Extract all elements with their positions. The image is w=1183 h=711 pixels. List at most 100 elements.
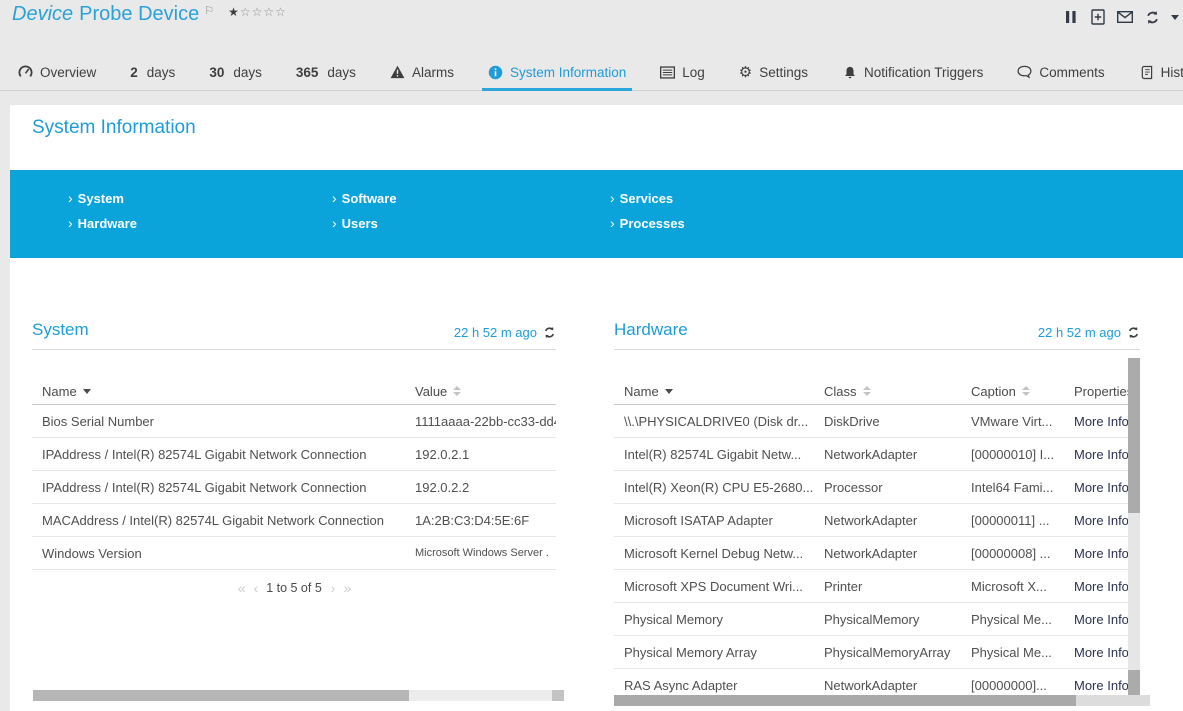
pagination: « ‹ 1 to 5 of 5 › » bbox=[32, 580, 556, 596]
chevron-right-icon: › bbox=[610, 190, 615, 206]
scrollbar-thumb[interactable] bbox=[1128, 358, 1140, 513]
tab-settings[interactable]: ⚙ Settings bbox=[739, 54, 808, 90]
tab-log[interactable]: Log bbox=[660, 54, 705, 90]
hardware-panel: Hardware 22 h 52 m ago Name Class Captio… bbox=[614, 320, 1140, 702]
sort-desc-icon bbox=[664, 388, 673, 394]
warning-icon bbox=[390, 65, 405, 80]
chevron-right-icon: › bbox=[610, 215, 615, 231]
table-row: \\.\PHYSICALDRIVE0 (Disk dr... DiskDrive… bbox=[614, 405, 1140, 438]
info-icon bbox=[488, 65, 503, 80]
priority-rating[interactable]: ★☆☆☆☆ bbox=[228, 5, 287, 19]
gauge-icon bbox=[18, 65, 33, 80]
tab-overview[interactable]: Overview bbox=[18, 54, 96, 90]
star-filled-icon[interactable]: ★ bbox=[228, 5, 240, 19]
scrollbar-thumb[interactable] bbox=[614, 695, 1076, 706]
sort-icon bbox=[453, 386, 462, 396]
table-row: IPAddress / Intel(R) 82574L Gigabit Netw… bbox=[32, 471, 556, 504]
report-icon[interactable] bbox=[1090, 9, 1106, 25]
tab-label: Settings bbox=[759, 64, 809, 80]
tab-comments[interactable]: Comments bbox=[1017, 54, 1105, 90]
tab-label: Notification Triggers bbox=[864, 64, 984, 80]
hardware-updated-ago: 22 h 52 m ago bbox=[1037, 325, 1121, 340]
sort-desc-icon bbox=[82, 388, 91, 394]
last-page-icon[interactable]: » bbox=[343, 580, 351, 596]
table-row: Physical Memory PhysicalMemory Physical … bbox=[614, 603, 1140, 636]
star-empty-icons[interactable]: ☆☆☆☆ bbox=[240, 5, 287, 19]
scrollbar-thumb[interactable] bbox=[33, 690, 409, 701]
first-page-icon[interactable]: « bbox=[238, 580, 246, 596]
nav-link-hardware[interactable]: › Hardware bbox=[68, 215, 137, 231]
tab-history[interactable]: History bbox=[1139, 54, 1183, 90]
chevron-right-icon: › bbox=[332, 190, 337, 206]
system-updated-ago: 22 h 52 m ago bbox=[453, 325, 537, 340]
section-nav-band: › System › Hardware › Software › Users › Serv… bbox=[10, 170, 1183, 258]
tab-system-information[interactable]: System Information bbox=[481, 54, 633, 91]
column-header-value[interactable]: Value bbox=[405, 384, 556, 399]
next-page-icon[interactable]: › bbox=[331, 580, 336, 596]
tab-alarms[interactable]: Alarms bbox=[390, 54, 454, 90]
table-row: Microsoft ISATAP Adapter NetworkAdapter … bbox=[614, 504, 1140, 537]
refresh-icon[interactable] bbox=[1144, 9, 1160, 25]
nav-link-services[interactable]: › Services bbox=[610, 190, 685, 206]
hardware-horizontal-scrollbar[interactable] bbox=[614, 695, 1150, 706]
prev-page-icon[interactable]: ‹ bbox=[254, 580, 259, 596]
email-icon[interactable] bbox=[1117, 9, 1133, 25]
scrollbar-corner[interactable] bbox=[552, 690, 564, 701]
refresh-icon[interactable] bbox=[543, 326, 556, 339]
nav-link-processes[interactable]: › Processes bbox=[610, 215, 685, 231]
pause-icon[interactable] bbox=[1063, 9, 1079, 25]
system-table: Name Value Bios Serial Number 1111aaaa-2… bbox=[32, 378, 556, 570]
content-card: System Information › System › Hardware › So… bbox=[10, 105, 1183, 711]
chevron-down-icon[interactable] bbox=[1171, 14, 1179, 20]
column-header-caption[interactable]: Caption bbox=[961, 384, 1064, 399]
table-row: Physical Memory Array PhysicalMemoryArra… bbox=[614, 636, 1140, 669]
hardware-panel-title: Hardware bbox=[614, 320, 688, 339]
sort-icon bbox=[862, 386, 871, 396]
table-row: MACAddress / Intel(R) 82574L Gigabit Net… bbox=[32, 504, 556, 537]
scrollbar-block[interactable] bbox=[1128, 670, 1140, 695]
tab-2-days[interactable]: 2 days bbox=[130, 54, 175, 90]
hardware-vertical-scrollbar[interactable] bbox=[1128, 358, 1140, 695]
tab-label: History bbox=[1160, 64, 1183, 80]
flag-icon[interactable]: ⚐ bbox=[204, 4, 214, 17]
header-actions bbox=[1063, 9, 1179, 25]
refresh-icon[interactable] bbox=[1127, 326, 1140, 339]
column-header-name[interactable]: Name bbox=[32, 384, 405, 399]
table-row: Intel(R) Xeon(R) CPU E5-2680... Processo… bbox=[614, 471, 1140, 504]
tab-label: Comments bbox=[1039, 64, 1105, 80]
table-row: Microsoft Kernel Debug Netw... NetworkAd… bbox=[614, 537, 1140, 570]
history-icon bbox=[1139, 65, 1154, 80]
tab-notification-triggers[interactable]: Notification Triggers bbox=[842, 54, 983, 90]
table-row: Microsoft XPS Document Wri... Printer Mi… bbox=[614, 570, 1140, 603]
table-row: Windows Version Microsoft Windows Server… bbox=[32, 537, 556, 570]
nav-link-software[interactable]: › Software bbox=[332, 190, 397, 206]
system-horizontal-scrollbar[interactable] bbox=[33, 690, 564, 701]
column-header-name[interactable]: Name bbox=[614, 384, 814, 399]
chevron-right-icon: › bbox=[68, 215, 73, 231]
tab-bar: Overview 2 days 30 days 365 days Alarms Sys… bbox=[0, 35, 1183, 91]
hardware-table: Name Class Caption Properties \\.\PHYSIC… bbox=[614, 378, 1140, 702]
chevron-right-icon: › bbox=[68, 190, 73, 206]
table-row: IPAddress / Intel(R) 82574L Gigabit Netw… bbox=[32, 438, 556, 471]
system-panel-title: System bbox=[32, 320, 89, 339]
tab-label: Log bbox=[682, 64, 705, 80]
chevron-right-icon: › bbox=[332, 215, 337, 231]
tab-30-days[interactable]: 30 days bbox=[209, 54, 262, 90]
nav-link-users[interactable]: › Users bbox=[332, 215, 397, 231]
comment-icon bbox=[1017, 65, 1032, 80]
system-panel: System 22 h 52 m ago Name Value Bios Ser… bbox=[32, 320, 556, 596]
tab-label: System Information bbox=[509, 64, 627, 80]
tab-label: Overview bbox=[40, 64, 97, 80]
nav-link-system[interactable]: › System bbox=[68, 190, 137, 206]
gear-icon: ⚙ bbox=[738, 63, 753, 81]
pagination-range: 1 to 5 of 5 bbox=[266, 581, 322, 595]
sort-icon bbox=[1021, 386, 1030, 396]
column-header-class[interactable]: Class bbox=[814, 384, 961, 399]
page-title: System Information bbox=[32, 117, 196, 138]
device-title: Device Probe Device ⚐ ★☆☆☆☆ bbox=[12, 3, 287, 26]
top-bar: Device Probe Device ⚐ ★☆☆☆☆ bbox=[0, 0, 1183, 35]
tab-label: Alarms bbox=[411, 64, 454, 80]
tab-365-days[interactable]: 365 days bbox=[296, 54, 356, 90]
device-type-label: Device bbox=[12, 3, 74, 25]
table-row: Intel(R) 82574L Gigabit Netw... NetworkA… bbox=[614, 438, 1140, 471]
